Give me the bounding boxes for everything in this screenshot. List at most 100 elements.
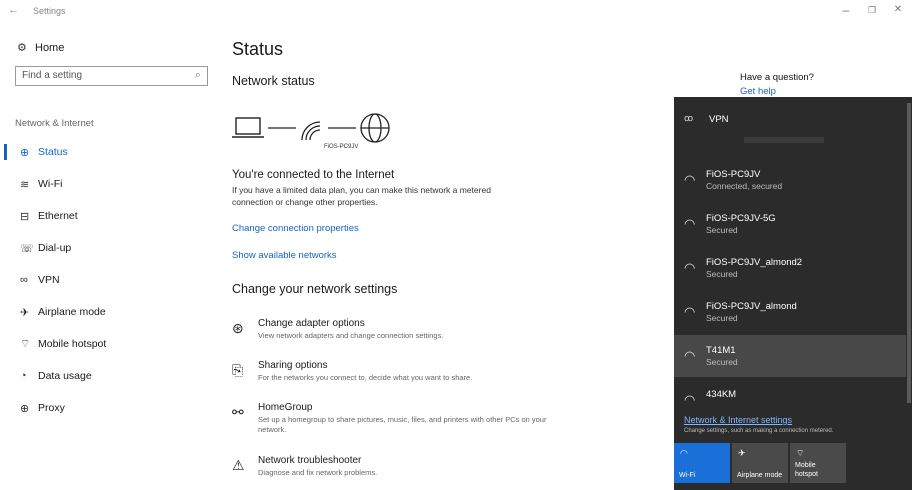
network-settings-subtext: Change settings, such as making a connec… bbox=[684, 428, 834, 434]
network-status-heading: Network status bbox=[232, 74, 315, 88]
show-available-networks-link[interactable]: Show available networks bbox=[232, 250, 337, 261]
network-flyout: ꝏ VPN ◠ FiOS-PC9JV Connected, secured ◠ … bbox=[674, 97, 912, 490]
sharing-options[interactable]: ⎘ Sharing options For the networks you c… bbox=[232, 360, 552, 390]
network-diagram: FiOS-PC9JV bbox=[232, 110, 432, 160]
option-desc: Set up a homegroup to share pictures, mu… bbox=[258, 415, 547, 434]
globe-icon bbox=[360, 113, 390, 143]
vpn-icon: ꝏ bbox=[684, 113, 694, 123]
network-status: Secured bbox=[706, 357, 738, 367]
laptop-icon bbox=[232, 117, 264, 138]
network-item[interactable]: ◠ T41M1 Secured bbox=[674, 335, 906, 377]
back-arrow-icon[interactable]: ← bbox=[8, 4, 19, 16]
sidebar-item-label: Proxy bbox=[38, 402, 65, 414]
hotspot-icon: ⌔ bbox=[796, 448, 805, 458]
warning-icon: ⚠ bbox=[232, 457, 245, 473]
sidebar-item-label: VPN bbox=[38, 274, 60, 286]
sidebar-item-status[interactable]: ⊕ Status bbox=[0, 141, 212, 163]
wifi-tile[interactable]: ◠ Wi-Fi bbox=[674, 443, 730, 483]
section-label: Network & Internet bbox=[15, 118, 94, 129]
network-name: 434KM bbox=[706, 389, 737, 400]
tile-label: Wi-Fi bbox=[679, 472, 696, 479]
flyout-scrollbar[interactable] bbox=[907, 103, 911, 403]
wifi-icon: ◠ bbox=[684, 392, 696, 407]
connected-description: If you have a limited data plan, you can… bbox=[232, 185, 491, 207]
home-link[interactable]: ⚙ Home bbox=[17, 41, 64, 54]
wifi-icon: ≋ bbox=[20, 178, 30, 191]
window-title: Settings bbox=[33, 6, 66, 16]
network-troubleshooter[interactable]: ⚠ Network troubleshooter Diagnose and fi… bbox=[232, 455, 552, 485]
wifi-signal-icon bbox=[301, 121, 321, 141]
connected-title: You're connected to the Internet bbox=[232, 169, 395, 181]
sidebar-item-vpn[interactable]: ∞ VPN bbox=[0, 269, 212, 291]
tile-label: Airplane mode bbox=[737, 472, 783, 479]
network-item[interactable]: ◠ 434KM bbox=[674, 379, 906, 407]
sidebar-item-label: Data usage bbox=[38, 370, 92, 382]
restore-icon[interactable]: ❐ bbox=[864, 5, 880, 16]
search-input[interactable]: Find a setting ⌕ bbox=[15, 66, 208, 86]
search-icon: ⌕ bbox=[194, 69, 201, 81]
hotspot-icon: ⌔ bbox=[20, 338, 31, 350]
wifi-icon: ◠ bbox=[684, 304, 696, 319]
home-label: Home bbox=[35, 42, 65, 54]
help-section: Have a question? Get help bbox=[740, 72, 814, 97]
main-content: Status Network status FiOS-PC9JV You're … bbox=[232, 22, 672, 490]
ethernet-icon: ⊟ bbox=[20, 210, 30, 223]
sidebar-item-dialup[interactable]: ☏ Dial-up bbox=[0, 237, 212, 259]
sidebar-item-label: Dial-up bbox=[38, 242, 72, 254]
wifi-icon: ◠ bbox=[684, 260, 696, 275]
wifi-icon: ◠ bbox=[684, 216, 696, 231]
data-usage-icon: ◔ bbox=[20, 370, 27, 382]
sidebar-item-label: Mobile hotspot bbox=[38, 338, 107, 350]
help-question: Have a question? bbox=[740, 72, 814, 83]
change-adapter-options[interactable]: ⊛ Change adapter options View network ad… bbox=[232, 318, 552, 348]
sidebar-item-ethernet[interactable]: ⊟ Ethernet bbox=[0, 205, 212, 227]
vpn-icon: ∞ bbox=[20, 274, 28, 286]
sidebar: ⚙ Home Find a setting ⌕ Network & Interne… bbox=[0, 22, 212, 490]
sidebar-item-wifi[interactable]: ≋ Wi-Fi bbox=[0, 173, 212, 195]
homegroup[interactable]: ⚯ HomeGroup Set up a homegroup to share … bbox=[232, 402, 552, 442]
network-item[interactable]: ◠ FiOS-PC9JV-5G Secured bbox=[674, 203, 906, 245]
page-title: Status bbox=[232, 39, 284, 59]
wifi-icon: ◠ bbox=[684, 348, 696, 363]
vpn-label: VPN bbox=[709, 114, 729, 125]
close-icon[interactable]: ✕ bbox=[890, 4, 906, 15]
network-item[interactable]: ◠ FiOS-PC9JV Connected, secured bbox=[674, 159, 906, 201]
minimize-icon[interactable]: – bbox=[838, 3, 854, 17]
network-name: FiOS-PC9JV_almond2 bbox=[706, 257, 803, 268]
flyout-vpn[interactable]: ꝏ VPN bbox=[674, 97, 906, 143]
network-name: FiOS-PC9JV_almond bbox=[706, 301, 797, 312]
sidebar-item-label: Wi-Fi bbox=[38, 178, 63, 190]
option-desc: Diagnose and fix network problems. bbox=[258, 468, 378, 477]
network-ssid: FiOS-PC9JV bbox=[324, 144, 359, 150]
homegroup-icon: ⚯ bbox=[232, 404, 244, 420]
option-title: HomeGroup bbox=[258, 402, 313, 413]
wifi-icon: ◠ bbox=[680, 448, 688, 458]
network-status: Secured bbox=[706, 225, 738, 235]
mobile-hotspot-tile[interactable]: ⌔ Mobile hotspot bbox=[790, 443, 846, 483]
network-name: T41M1 bbox=[706, 345, 736, 356]
gear-icon: ⚙ bbox=[17, 42, 27, 54]
change-connection-properties-link[interactable]: Change connection properties bbox=[232, 223, 359, 234]
sidebar-item-airplane[interactable]: ✈ Airplane mode bbox=[0, 301, 212, 323]
get-help-link[interactable]: Get help bbox=[740, 86, 776, 97]
network-item[interactable]: ◠ FiOS-PC9JV_almond Secured bbox=[674, 291, 906, 333]
sidebar-item-hotspot[interactable]: ⌔ Mobile hotspot bbox=[0, 333, 212, 355]
option-desc: For the networks you connect to, decide … bbox=[258, 373, 473, 382]
network-name: FiOS-PC9JV bbox=[706, 169, 761, 180]
network-name: FiOS-PC9JV-5G bbox=[706, 213, 776, 224]
sidebar-item-label: Airplane mode bbox=[38, 306, 106, 318]
title-bar: ← Settings – ❐ ✕ bbox=[0, 0, 912, 22]
network-status: Secured bbox=[706, 269, 738, 279]
airplane-icon: ✈ bbox=[20, 306, 30, 319]
dialup-icon: ☏ bbox=[20, 242, 34, 255]
airplane-mode-tile[interactable]: ✈ Airplane mode bbox=[732, 443, 788, 483]
option-title: Change adapter options bbox=[258, 318, 365, 329]
sidebar-item-data-usage[interactable]: ◔ Data usage bbox=[0, 365, 212, 387]
sidebar-item-proxy[interactable]: ⊕ Proxy bbox=[0, 397, 212, 419]
change-settings-heading: Change your network settings bbox=[232, 282, 398, 296]
network-status: Secured bbox=[706, 313, 738, 323]
option-title: Sharing options bbox=[258, 360, 328, 371]
network-item[interactable]: ◠ FiOS-PC9JV_almond2 Secured bbox=[674, 247, 906, 289]
network-settings-link[interactable]: Network & Internet settings bbox=[684, 415, 792, 425]
network-status: Connected, secured bbox=[706, 181, 783, 191]
